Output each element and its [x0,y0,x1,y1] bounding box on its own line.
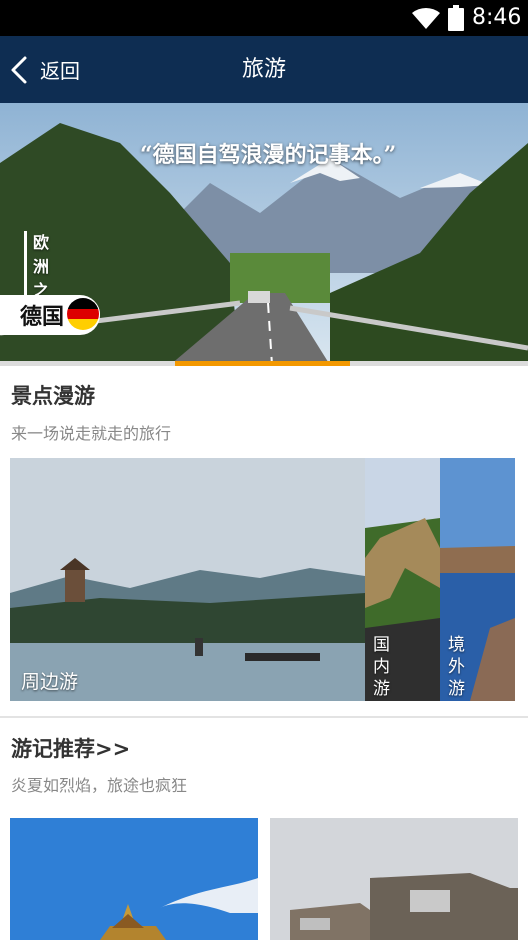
germany-flag-icon [66,297,100,331]
tile-nearby[interactable]: 周边游 [10,458,365,701]
back-button[interactable]: 返回 [8,36,80,103]
status-time: 8:46 [472,5,522,30]
chevron-left-icon [11,56,27,83]
tile-domestic-label: 国内游 [373,635,390,699]
travelogue-section-title[interactable]: 游记推荐>> [11,733,130,763]
section-divider [0,716,528,718]
country-label: 德国 [20,304,65,330]
back-label: 返回 [40,59,80,83]
tile-overseas-label: 境外游 [448,635,465,699]
tile-overseas[interactable]: 境外游 [440,458,515,701]
tile-nearby-label: 周边游 [21,671,79,693]
temple-image [10,818,258,940]
carousel-indicator-active [175,361,350,366]
scenic-section-subtitle: 来一场说走就走的旅行 [11,424,172,443]
battery-icon [448,5,464,31]
travelogue-card-1[interactable] [10,818,258,940]
nearby-image [10,458,365,701]
travelogue-card-2[interactable] [270,818,518,940]
app-bar: 返回 旅游 [0,36,528,103]
banner-quote: “德国自驾浪漫的记事本。” [140,142,397,168]
scenic-section-title: 景点漫游 [11,384,95,408]
carousel-indicator [0,361,528,366]
tile-domestic[interactable]: 国内游 [365,458,440,701]
status-bar: 8:46 [0,0,528,36]
wifi-icon [412,7,440,30]
banner-carousel[interactable]: “德国自驾浪漫的记事本。” 欧洲之旅 德国 [0,103,528,365]
building-image [270,818,518,940]
travelogue-section-subtitle: 炎夏如烈焰，旅途也疯狂 [11,776,188,795]
